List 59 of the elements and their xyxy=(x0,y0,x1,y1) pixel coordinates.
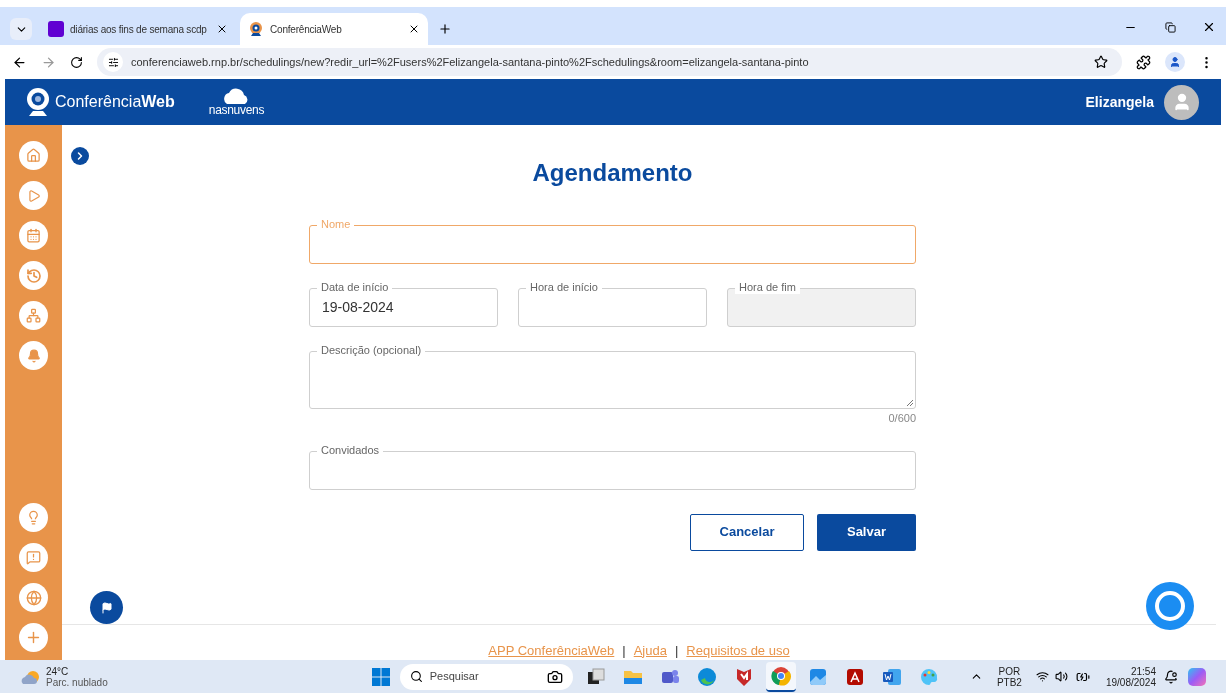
cancel-button[interactable]: Cancelar xyxy=(690,513,804,551)
keyboard-layout[interactable]: PTB2 xyxy=(996,676,1022,688)
webcam-icon xyxy=(248,21,264,37)
url-field[interactable]: conferenciaweb.rnp.br/schedulings/new?redir_url=%2Fusers%2Felizangela-santana-pinto%2Fschedulings&room=elizangela-santana-pinto xyxy=(97,48,1122,76)
link-separator: | xyxy=(622,641,626,660)
close-icon[interactable] xyxy=(408,23,420,35)
restore-icon[interactable] xyxy=(1165,22,1176,33)
field-label: Hora de início xyxy=(526,280,602,294)
search-field[interactable]: Pesquisar xyxy=(399,663,573,690)
reload-icon[interactable] xyxy=(70,55,83,69)
weather-description: Parc. nublado xyxy=(46,676,108,688)
forward-icon[interactable] xyxy=(41,54,56,70)
expand-icon[interactable] xyxy=(71,147,89,165)
resize-handle-icon[interactable] xyxy=(907,400,913,406)
browser-tab[interactable]: diárias aos fins de semana scdp xyxy=(40,13,236,45)
user-name[interactable]: Elizangela xyxy=(1085,91,1154,113)
language-indicator[interactable]: POR xyxy=(998,665,1021,677)
volume-icon[interactable] xyxy=(1054,670,1068,683)
new-tab-icon[interactable] xyxy=(438,22,452,36)
edge-icon xyxy=(695,665,718,688)
yahoo-icon xyxy=(48,21,64,37)
app-logo[interactable]: ConferênciaWeb xyxy=(55,90,175,114)
extensions-icon[interactable] xyxy=(1136,54,1151,70)
field-label: Hora de fim xyxy=(735,280,800,294)
tab-list-button[interactable] xyxy=(10,18,32,40)
tab-title: diárias aos fins de semana scdp xyxy=(70,22,208,37)
clock-date[interactable]: 19/08/2024 xyxy=(1105,676,1156,688)
partner-logo: nasnuvens xyxy=(208,104,265,116)
back-icon[interactable] xyxy=(12,54,27,70)
windows-start-icon[interactable] xyxy=(371,667,390,686)
url-text: conferenciaweb.rnp.br/schedulings/new?redir_url=%2Fusers%2Felizangela-santana-pinto%2Fschedulings&room=elizangela-santana-pinto xyxy=(131,54,810,70)
chrome-icon xyxy=(769,664,792,687)
field-label: Data de início xyxy=(317,280,393,294)
close-icon[interactable] xyxy=(1202,20,1216,34)
chat-icon[interactable] xyxy=(1146,582,1194,630)
wifi-icon[interactable] xyxy=(1035,670,1049,683)
temperature: 24°C xyxy=(46,665,70,677)
site-settings-icon[interactable] xyxy=(103,52,123,72)
copilot-icon[interactable] xyxy=(1188,667,1206,686)
bookmark-star-icon[interactable] xyxy=(1094,55,1108,69)
link-separator: | xyxy=(674,641,679,660)
save-button[interactable]: Salvar xyxy=(817,513,916,551)
camera-icon xyxy=(546,668,563,685)
tab-title: ConferênciaWeb xyxy=(270,22,343,37)
user-avatar[interactable] xyxy=(1164,84,1199,120)
browser-tab[interactable]: ConferênciaWeb xyxy=(240,13,428,45)
profile-icon[interactable] xyxy=(1165,52,1185,72)
field-label: Nome xyxy=(317,217,355,231)
close-icon[interactable] xyxy=(216,23,228,35)
field-label: Descrição (opcional) xyxy=(317,343,426,357)
taskbar-app[interactable] xyxy=(765,661,796,692)
flag-icon xyxy=(100,601,113,614)
character-counter: 0/600 xyxy=(888,411,916,426)
clock-time[interactable]: 21:54 xyxy=(1130,665,1156,677)
notification-icon[interactable] xyxy=(1164,669,1178,684)
flag-button[interactable] xyxy=(90,591,123,624)
page-title: Agendamento xyxy=(531,158,694,188)
webcam-logo-icon xyxy=(25,87,51,117)
search-icon xyxy=(409,670,423,683)
